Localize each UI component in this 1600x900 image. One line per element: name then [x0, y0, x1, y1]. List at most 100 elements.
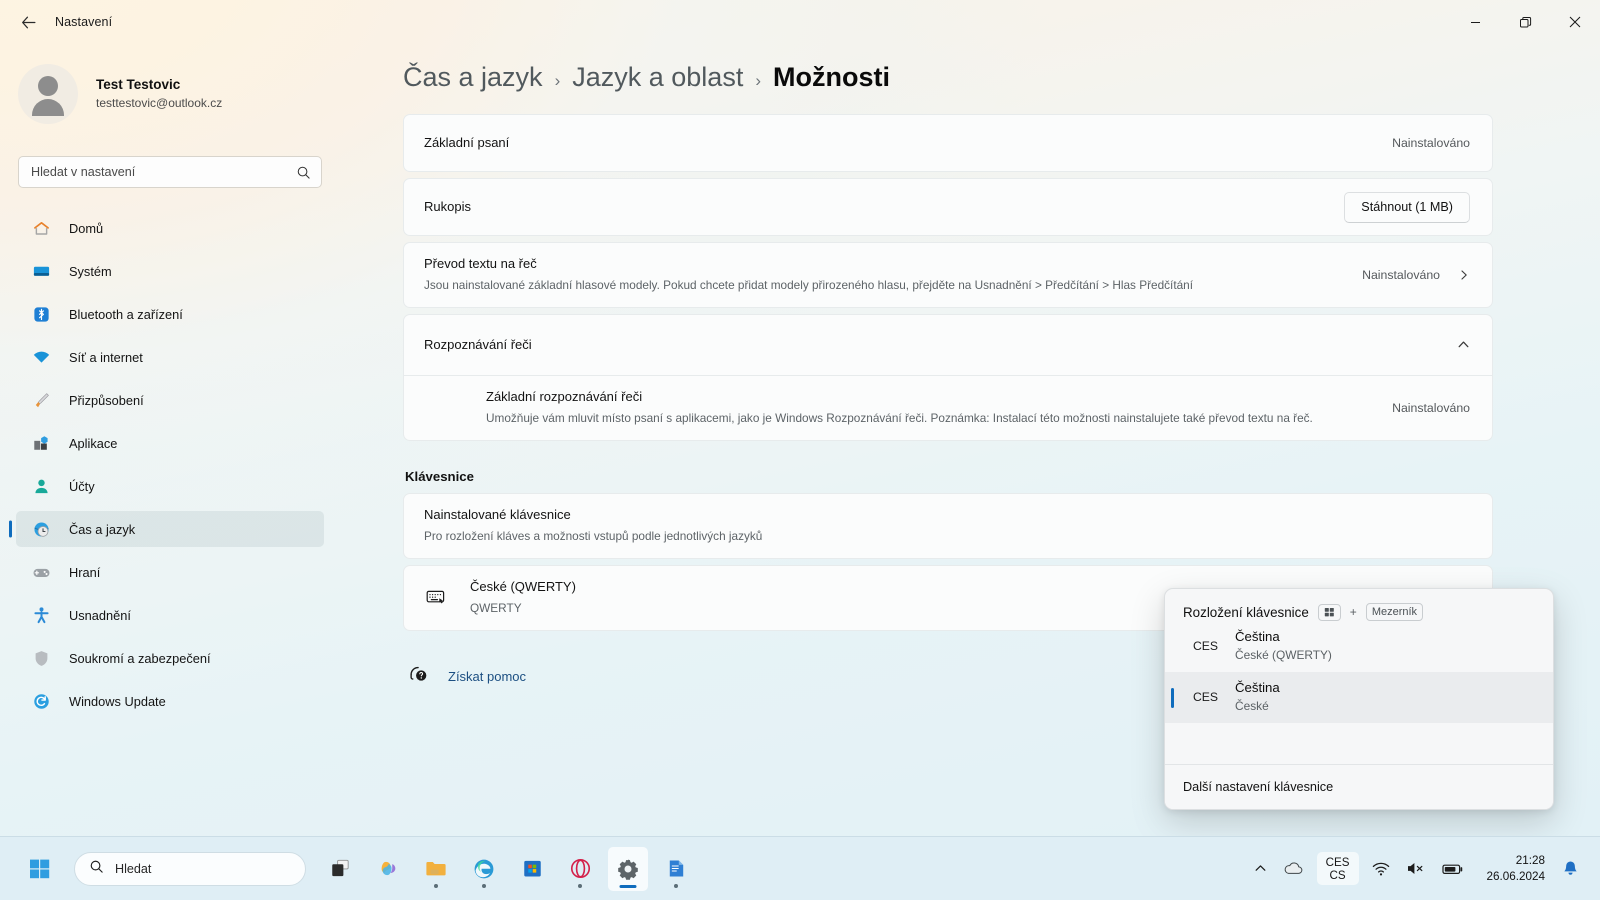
- file-explorer-button[interactable]: [416, 847, 456, 891]
- get-help-label: Získat pomoc: [448, 668, 527, 684]
- sidebar-item-label: Usnadnění: [69, 607, 131, 623]
- sidebar-item-accounts[interactable]: Účty: [16, 468, 324, 504]
- start-button[interactable]: [20, 847, 60, 891]
- brush-icon: [31, 390, 51, 410]
- running-indicator: [434, 883, 438, 888]
- row-title: Rozpoznávání řeči: [424, 336, 532, 352]
- accounts-icon: [31, 476, 51, 496]
- wifi-button[interactable]: [1365, 855, 1397, 883]
- account-name: Test Testovic: [96, 76, 181, 92]
- tray-expand-button[interactable]: [1247, 856, 1274, 881]
- close-button[interactable]: [1550, 0, 1600, 44]
- bluetooth-icon: [31, 304, 51, 324]
- settings-search-box[interactable]: [18, 156, 322, 188]
- keyboard-icon: [424, 585, 450, 611]
- microsoft-store-button[interactable]: [512, 847, 552, 891]
- row-title: Základní psaní: [424, 134, 510, 150]
- keyboard-layout-option-selected[interactable]: CES Čeština České: [1165, 672, 1553, 723]
- card-basic-typing: Základní psaní Nainstalováno: [403, 114, 1493, 172]
- row-handwriting: Rukopis Stáhnout (1 MB): [404, 179, 1492, 235]
- gamepad-icon: [31, 562, 51, 582]
- notifications-button[interactable]: [1555, 854, 1586, 884]
- get-help-link[interactable]: Získat pomoc: [408, 663, 526, 690]
- battery-button[interactable]: [1435, 856, 1471, 882]
- row-description: Umožňuje vám mluvit místo psaní s aplika…: [486, 410, 1313, 425]
- sidebar-item-accessibility[interactable]: Usnadnění: [16, 597, 324, 633]
- window-controls: [1450, 0, 1600, 44]
- minimize-icon: [1470, 21, 1480, 23]
- update-icon: [31, 691, 51, 711]
- settings-window: Nastavení Test Testovic testtestovic@out…: [0, 0, 1600, 836]
- accessibility-icon: [31, 605, 51, 625]
- sidebar-item-privacy[interactable]: Soukromí a zabezpečení: [16, 640, 324, 676]
- breadcrumb-time-language[interactable]: Čas a jazyk: [403, 62, 543, 93]
- shield-icon: [31, 648, 51, 668]
- flyout-header: Rozložení klávesnice + Mezerník: [1165, 589, 1553, 621]
- card-speech-recognition-children: Základní rozpoznávání řeči Umožňuje vám …: [403, 375, 1493, 441]
- onedrive-icon: [1284, 862, 1302, 874]
- settings-button[interactable]: [608, 846, 648, 891]
- row-title: Základní rozpoznávání řeči: [486, 388, 643, 404]
- row-title: Převod textu na řeč: [424, 256, 537, 271]
- keyboard-layout-option[interactable]: CES Čeština České (QWERTY): [1165, 621, 1553, 672]
- copilot-icon: [381, 861, 395, 876]
- sidebar-item-apps[interactable]: Aplikace: [16, 425, 324, 461]
- onedrive-button[interactable]: [1276, 854, 1311, 883]
- notepad-button[interactable]: [656, 847, 696, 891]
- language-indicator[interactable]: CES CS: [1316, 851, 1359, 886]
- card-handwriting: Rukopis Stáhnout (1 MB): [403, 178, 1493, 236]
- clock-date: 26.06.2024: [1486, 869, 1546, 883]
- running-indicator: [482, 883, 486, 888]
- task-view-button[interactable]: [320, 847, 360, 891]
- system-icon: [31, 261, 51, 281]
- notepad-icon: [669, 860, 683, 877]
- row-description: Jsou nainstalované základní hlasové mode…: [424, 277, 1194, 292]
- title-bar: Nastavení: [0, 0, 1600, 44]
- sidebar-item-personalization[interactable]: Přizpůsobení: [16, 382, 324, 418]
- windows-start-icon: [30, 859, 50, 878]
- chevron-up-icon: [1457, 338, 1470, 351]
- chevron-right-icon: [1458, 269, 1470, 281]
- clock[interactable]: 21:28 26.06.2024: [1479, 849, 1554, 887]
- breadcrumb-language-region[interactable]: Jazyk a oblast: [572, 62, 743, 93]
- sidebar-nav: Domů Systém Bluetooth a zařízení Síť a i…: [0, 210, 340, 719]
- opera-button[interactable]: [560, 847, 600, 891]
- row-speech-recognition-expander[interactable]: Rozpoznávání řeči: [404, 315, 1492, 375]
- more-keyboard-settings-button[interactable]: Další nastavení klávesnice: [1165, 764, 1553, 809]
- sidebar-item-home[interactable]: Domů: [16, 210, 324, 246]
- row-title: Rukopis: [424, 198, 471, 214]
- layout-code: CES: [1193, 690, 1219, 704]
- row-text-to-speech[interactable]: Převod textu na řeč Jsou nainstalované z…: [404, 243, 1492, 307]
- language-line-2: CS: [1329, 868, 1346, 882]
- status-badge: Nainstalováno: [1362, 267, 1440, 282]
- edge-button[interactable]: [464, 847, 504, 891]
- taskbar-search-box[interactable]: Hledat: [74, 851, 306, 886]
- breadcrumb-separator: ›: [755, 71, 761, 90]
- sidebar-item-windows-update[interactable]: Windows Update: [16, 683, 324, 719]
- maximize-button[interactable]: [1500, 0, 1550, 44]
- windows-key-icon: [1317, 603, 1341, 621]
- more-keyboard-settings-label: Další nastavení klávesnice: [1183, 780, 1334, 794]
- search-icon: [89, 859, 104, 879]
- sidebar-item-bluetooth[interactable]: Bluetooth a zařízení: [16, 296, 324, 332]
- window-title: Nastavení: [55, 15, 113, 29]
- download-handwriting-button[interactable]: Stáhnout (1 MB): [1344, 191, 1470, 223]
- apps-icon: [31, 433, 51, 453]
- back-button[interactable]: [11, 5, 45, 39]
- copilot-button[interactable]: [368, 847, 408, 891]
- minimize-button[interactable]: [1450, 0, 1500, 44]
- sidebar-item-label: Přizpůsobení: [69, 392, 144, 408]
- search-input[interactable]: [31, 165, 296, 179]
- account-card[interactable]: Test Testovic testtestovic@outlook.cz: [0, 44, 340, 130]
- sidebar-item-gaming[interactable]: Hraní: [16, 554, 324, 590]
- file-explorer-icon: [426, 861, 446, 875]
- sidebar-item-network[interactable]: Síť a internet: [16, 339, 324, 375]
- volume-button[interactable]: [1399, 854, 1433, 883]
- help-icon: [408, 663, 430, 690]
- status-badge: Nainstalováno: [1392, 400, 1470, 415]
- key-plus-label: +: [1349, 605, 1357, 619]
- card-speech-recognition: Rozpoznávání řeči: [403, 313, 1493, 376]
- sidebar-item-label: Windows Update: [69, 693, 166, 709]
- sidebar-item-system[interactable]: Systém: [16, 253, 324, 289]
- sidebar-item-time-language[interactable]: Čas a jazyk: [16, 511, 324, 547]
